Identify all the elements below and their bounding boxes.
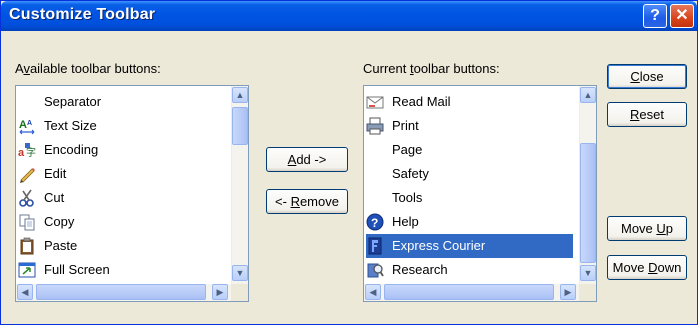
svg-text:A: A [27,120,32,127]
list-item[interactable]: a 字 Encoding [18,138,230,162]
text-size-icon: A A [19,119,35,135]
scroll-left-icon[interactable]: ◀ [365,284,381,300]
list-item[interactable]: Safety [366,162,573,186]
edit-pencil-icon [20,168,35,183]
scroll-thumb[interactable] [384,284,554,300]
list-item[interactable]: Cut [18,186,230,210]
list-item[interactable]: Edit [18,162,230,186]
list-item[interactable]: Full Screen [18,258,230,282]
scroll-thumb[interactable] [580,143,596,263]
scroll-down-icon[interactable]: ▼ [232,265,248,281]
list-item[interactable]: A A Text Size [18,114,230,138]
scroll-right-icon[interactable]: ▶ [560,284,576,300]
close-window-button[interactable]: ✕ [670,4,694,28]
list-item[interactable]: Paste [18,234,230,258]
close-icon: ✕ [675,7,689,24]
available-buttons-label: Available toolbar buttons: [15,61,161,76]
move-down-button[interactable]: Move Down [607,255,687,280]
list-item[interactable]: Research [366,258,573,282]
scrollbar-corner [231,284,248,301]
remove-button[interactable]: <- Remove [266,189,348,214]
customize-toolbar-dialog: Customize Toolbar ? ✕ Available toolbar … [0,0,698,325]
available-buttons-list[interactable]: Separator A A Text Size a 字 Encoding Edi… [15,85,249,302]
window-title: Customize Toolbar [9,6,156,23]
svg-text:a: a [18,147,25,159]
paste-clipboard-icon [20,237,34,255]
add-button[interactable]: Add -> [266,147,348,172]
list-item[interactable]: Read Mail [366,90,573,114]
current-horizontal-scrollbar[interactable]: ◀ ▶ [364,284,579,301]
copy-icon [19,214,35,231]
scissors-icon [19,189,34,207]
express-courier-icon [368,237,382,255]
list-item[interactable]: Page [366,138,573,162]
list-item[interactable]: Copy [18,210,230,234]
read-mail-icon [366,96,384,109]
reset-button[interactable]: Reset [607,102,687,127]
printer-icon [366,117,384,135]
list-item-selected[interactable]: Express Courier [366,234,573,258]
list-item[interactable]: ? Help [366,210,573,234]
list-item[interactable]: Separator [18,90,230,114]
list-item[interactable]: Print [366,114,573,138]
svg-text:?: ? [371,216,378,230]
list-item[interactable]: Tools [366,186,573,210]
current-buttons-label: Current toolbar buttons: [363,61,500,76]
scroll-left-icon[interactable]: ◀ [17,284,33,300]
research-icon [367,263,384,278]
scrollbar-corner [579,284,596,301]
scroll-thumb[interactable] [36,284,206,300]
svg-text:A: A [19,119,27,131]
move-up-button[interactable]: Move Up [607,216,687,241]
scroll-thumb[interactable] [232,107,248,145]
encoding-icon: a 字 [18,143,36,159]
scroll-up-icon[interactable]: ▲ [580,87,596,103]
scroll-down-icon[interactable]: ▼ [580,265,596,281]
available-vertical-scrollbar[interactable]: ▲ ▼ [231,86,248,284]
help-question-icon: ? [650,7,660,24]
available-horizontal-scrollbar[interactable]: ◀ ▶ [16,284,231,301]
current-buttons-list[interactable]: Read Mail Print Page Safety Tools ? Help [363,85,597,302]
current-vertical-scrollbar[interactable]: ▲ ▼ [579,86,596,284]
scroll-up-icon[interactable]: ▲ [232,87,248,103]
title-bar[interactable]: Customize Toolbar ? ✕ [1,1,697,31]
close-button[interactable]: Close [607,64,687,89]
full-screen-icon [18,262,36,278]
scroll-right-icon[interactable]: ▶ [212,284,228,300]
help-button[interactable]: ? [643,4,667,28]
help-icon: ? [366,213,384,231]
